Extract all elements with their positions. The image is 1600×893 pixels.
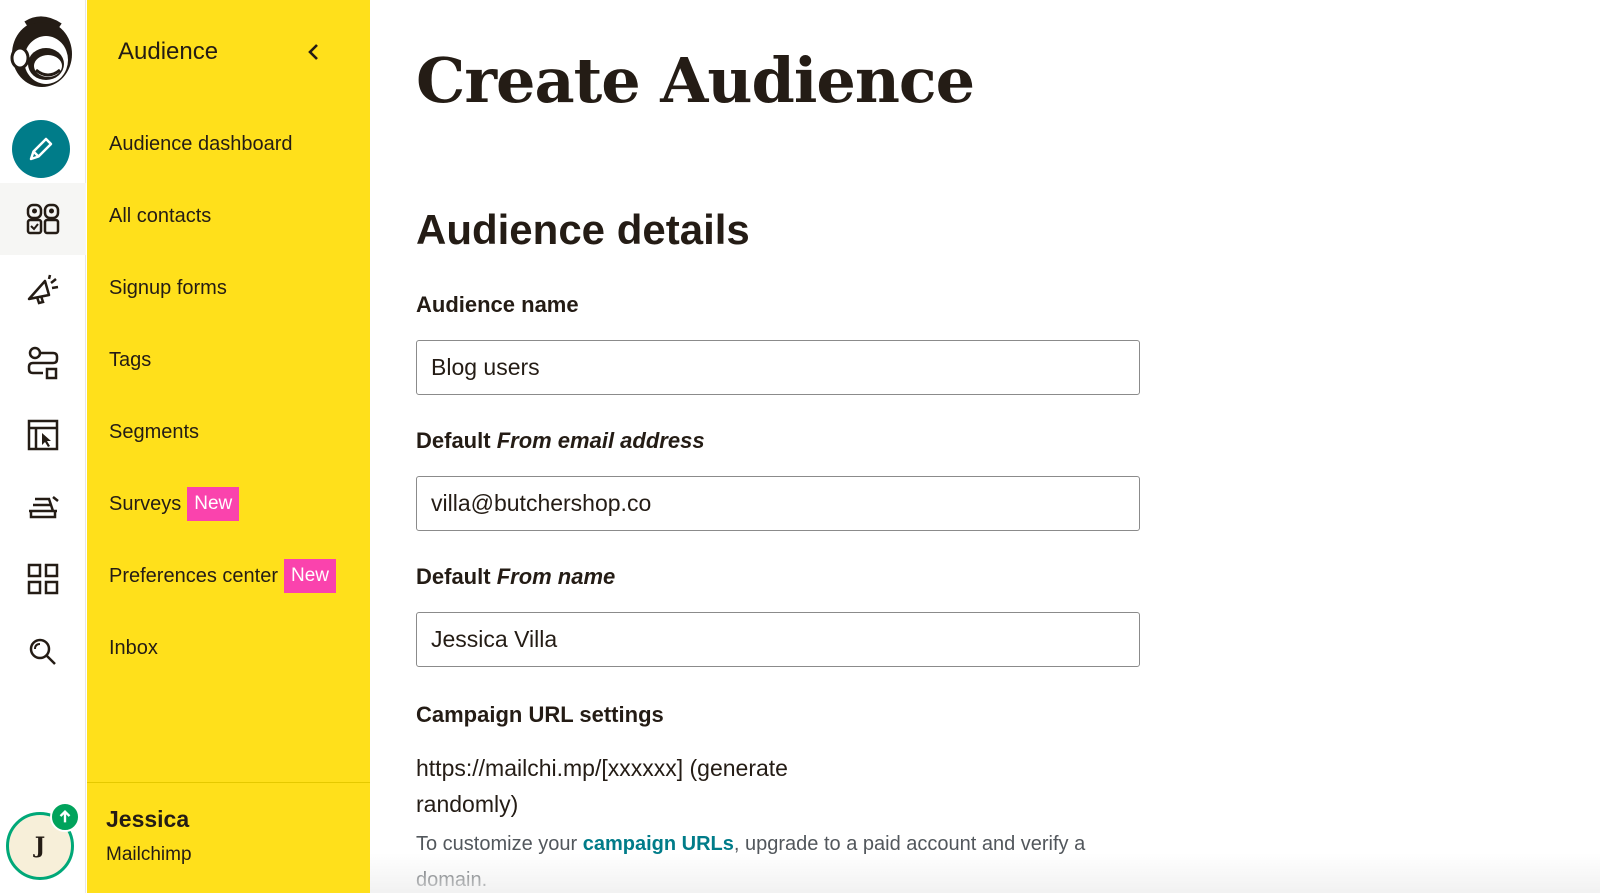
nav-item-label: Preferences center	[109, 564, 278, 587]
rail-campaigns[interactable]	[0, 255, 86, 327]
campaign-urls-link[interactable]: campaign URLs	[583, 833, 734, 855]
nav-item-tags[interactable]: Tags	[109, 338, 151, 382]
section-title: Audience details	[416, 206, 750, 253]
nav-item-signup-forms[interactable]: Signup forms	[109, 266, 227, 310]
from-email-input[interactable]	[416, 476, 1140, 531]
pencil-icon	[29, 137, 53, 161]
upgrade-arrow-icon[interactable]	[50, 802, 80, 832]
from-name-label: Default From name	[416, 564, 615, 590]
rail-automations[interactable]	[0, 327, 86, 399]
page-title: Create Audience	[416, 44, 975, 117]
nav-item-inbox[interactable]: Inbox	[109, 626, 158, 670]
nav-item-label: Signup forms	[109, 276, 227, 299]
nav-item-label: All contacts	[109, 204, 212, 227]
new-badge: New	[187, 487, 240, 521]
create-button[interactable]	[12, 120, 70, 178]
nav-item-surveys[interactable]: Surveys New	[109, 482, 240, 526]
user-name[interactable]: Jessica	[106, 806, 189, 833]
megaphone-icon	[27, 274, 59, 305]
nav-item-segments[interactable]: Segments	[109, 410, 199, 454]
rail-audience[interactable]	[0, 183, 86, 255]
rail-integrations[interactable]	[0, 471, 86, 543]
audience-name-input[interactable]	[416, 340, 1140, 395]
collapse-nav-button[interactable]	[300, 38, 328, 66]
nav-item-preferences-center[interactable]: Preferences center New	[109, 554, 336, 598]
website-icon	[27, 419, 59, 451]
campaign-url-help: To customize your campaign URLs, upgrade…	[416, 826, 1116, 893]
nav-header: Audience	[118, 38, 219, 65]
nav-divider	[87, 782, 370, 783]
account-avatar-button[interactable]: J	[6, 802, 80, 880]
automations-icon	[27, 346, 59, 380]
icon-rail: J	[0, 0, 86, 893]
grid-icon	[27, 563, 59, 595]
label-prefix: Default	[416, 564, 497, 589]
label-emphasis: From email address	[496, 428, 705, 453]
nav-item-label: Inbox	[109, 636, 158, 659]
chevron-left-icon	[308, 44, 318, 60]
nav-item-all-contacts[interactable]: All contacts	[109, 194, 211, 238]
rail-website[interactable]	[0, 399, 86, 471]
nav-item-label: Audience dashboard	[109, 132, 293, 155]
main-content: Create Audience Audience details Audienc…	[416, 0, 1566, 893]
new-badge: New	[283, 559, 336, 593]
nav-item-label: Surveys	[109, 492, 182, 515]
label-prefix: Default	[416, 428, 497, 453]
campaign-url-label: Campaign URL settings	[416, 702, 664, 727]
help-prefix: To customize your	[416, 833, 583, 855]
audience-nav: Audience Audience dashboard All contacts…	[87, 0, 370, 893]
user-organization: Mailchimp	[106, 844, 192, 865]
rail-search[interactable]	[0, 616, 86, 688]
label-emphasis: From name	[496, 564, 616, 589]
search-icon	[29, 638, 56, 665]
nav-item-audience-dashboard[interactable]: Audience dashboard	[109, 122, 292, 166]
audience-icon	[26, 203, 60, 235]
nav-item-label: Segments	[109, 420, 200, 443]
audience-name-label: Audience name	[416, 292, 579, 317]
integrations-icon	[29, 496, 59, 519]
nav-item-label: Tags	[109, 348, 152, 371]
campaign-url-text: https://mailchi.mp/[xxxxxx] (generate ra…	[416, 755, 788, 817]
rail-apps[interactable]	[0, 543, 86, 615]
from-email-label: Default From email address	[416, 428, 705, 454]
from-name-input[interactable]	[416, 612, 1140, 667]
mailchimp-logo-icon[interactable]	[6, 14, 76, 90]
